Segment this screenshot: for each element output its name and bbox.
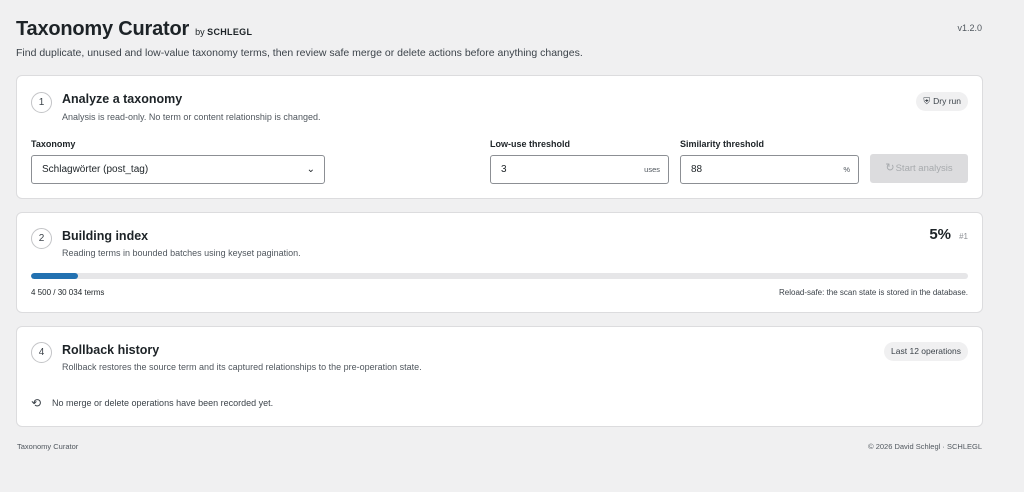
progress-bar — [31, 273, 968, 279]
shield-icon: ⛨ — [923, 96, 931, 106]
byline: by SCHLEGL — [195, 27, 252, 37]
rollback-card: 4 Rollback history Rollback restores the… — [16, 326, 983, 427]
low-use-input[interactable]: 3 uses — [490, 155, 669, 184]
version-label: v1.2.0 — [957, 23, 982, 33]
history-icon: ⟲ — [31, 396, 42, 410]
analyze-card: 1 Analyze a taxonomy Analysis is read-on… — [16, 75, 983, 199]
page-title: Taxonomy Curator — [16, 18, 190, 40]
page-subtitle: Find duplicate, unused and low-value tax… — [16, 47, 583, 59]
index-title: Building index — [62, 229, 149, 243]
term-count: 4 500 / 30 034 terms — [31, 288, 105, 297]
step-number: 1 — [31, 92, 52, 113]
dry-run-label: Dry run — [933, 96, 961, 106]
step-number: 4 — [31, 342, 52, 363]
step-number: 2 — [31, 228, 52, 249]
low-use-unit: uses — [644, 165, 660, 174]
taxonomy-label: Taxonomy — [31, 139, 76, 149]
batch-number: #1 — [959, 232, 968, 241]
empty-history-message: No merge or delete operations have been … — [52, 398, 274, 408]
index-description: Reading terms in bounded batches using k… — [62, 248, 301, 258]
similarity-input[interactable]: 88 % — [680, 155, 859, 184]
progress-fill — [31, 273, 78, 279]
progress-percent: 5% — [929, 226, 951, 243]
taxonomy-select[interactable]: Schlagwörter (post_tag) ⌄ — [31, 155, 325, 184]
similarity-label: Similarity threshold — [680, 139, 765, 149]
footer-app-name: Taxonomy Curator — [17, 442, 79, 451]
analyze-description: Analysis is read-only. No term or conten… — [62, 112, 321, 122]
footer-copyright: © 2026 David Schlegl · SCHLEGL — [868, 442, 982, 451]
low-use-label: Low-use threshold — [490, 139, 571, 149]
start-analysis-label: Start analysis — [895, 163, 953, 174]
brand-name: SCHLEGL — [207, 27, 253, 37]
spinner-icon: ↻ — [885, 162, 895, 174]
start-analysis-button[interactable]: ↻Start analysis — [870, 154, 968, 183]
rollback-description: Rollback restores the source term and it… — [62, 362, 422, 372]
analyze-title: Analyze a taxonomy — [62, 92, 183, 106]
operations-badge: Last 12 operations — [884, 342, 968, 361]
dry-run-badge: ⛨ Dry run — [916, 92, 968, 111]
similarity-unit: % — [843, 165, 850, 174]
low-use-value: 3 — [501, 164, 507, 175]
page-header: Taxonomy Curator by SCHLEGL v1.2.0 Find d… — [16, 18, 982, 62]
similarity-value: 88 — [691, 164, 703, 175]
index-card: 2 Building index Reading terms in bounde… — [16, 212, 983, 313]
rollback-title: Rollback history — [62, 343, 160, 357]
byline-prefix: by — [195, 27, 205, 37]
taxonomy-selected-value: Schlagwörter (post_tag) — [42, 164, 149, 175]
reload-note: Reload-safe: the scan state is stored in… — [778, 288, 968, 297]
chevron-down-icon: ⌄ — [306, 164, 315, 175]
